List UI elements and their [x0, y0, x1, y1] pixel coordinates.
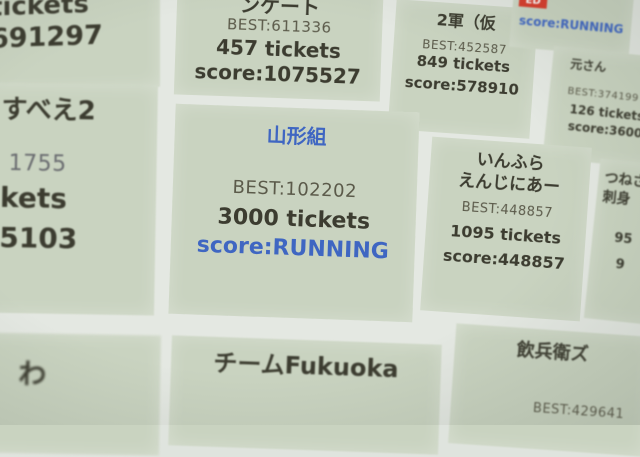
tickets-label: tickets [0, 0, 89, 23]
team-tile-bottom-left: わ [0, 332, 162, 456]
best-score: BEST:429641 [532, 400, 625, 423]
score-value: score:RUNNING [196, 232, 390, 265]
ticket-count: 3000 tickets [217, 204, 371, 235]
score-value: 5103 [0, 220, 78, 255]
status-badge: ED [519, 0, 548, 9]
team-name-line2: 刺身 [601, 188, 632, 208]
score-value: score:578910 [404, 73, 520, 100]
team-tile-center: 山形組 BEST:102202 3000 tickets score:RUNNI… [168, 103, 420, 323]
team-tile-top-left: tickets 691297 [0, 0, 160, 94]
score-value: score:448857 [442, 245, 566, 274]
score-value: 9 [614, 256, 626, 273]
team-tile-far-right: つねさ 刺身 95 9 [583, 158, 640, 326]
team-name: 山形組 [266, 123, 328, 150]
team-tile-bottom-right: 飲兵衛ズ BEST:429641 [448, 323, 640, 457]
best-score: BEST:102202 [232, 176, 358, 203]
team-tile-mid-left: すべえ2 1755 kets 5103 [0, 82, 158, 316]
score-value: 691297 [0, 19, 103, 55]
team-name: 元さん [569, 56, 607, 75]
score-value: score:1075527 [194, 58, 362, 89]
team-tile-bottom-center: チームFukuoka [168, 335, 442, 455]
best-score: 1755 [8, 151, 67, 178]
ranking-board-photo: tickets 691297 ンケート BEST:611336 457 tick… [0, 0, 640, 457]
team-name: 飲兵衛ズ [515, 339, 590, 366]
ticket-count: 95 [613, 231, 634, 248]
ticket-count: kets [0, 181, 68, 216]
team-name: チームFukuoka [212, 348, 400, 384]
best-score: BEST:448857 [461, 199, 554, 221]
team-name: すべえ2 [1, 94, 97, 127]
team-tile-mid-right: いんふら えんじにあー BEST:448857 1095 tickets sco… [420, 136, 592, 322]
team-name: わ [18, 357, 47, 391]
team-tile-top-center: ンケート BEST:611336 457 tickets score:10755… [173, 0, 385, 102]
